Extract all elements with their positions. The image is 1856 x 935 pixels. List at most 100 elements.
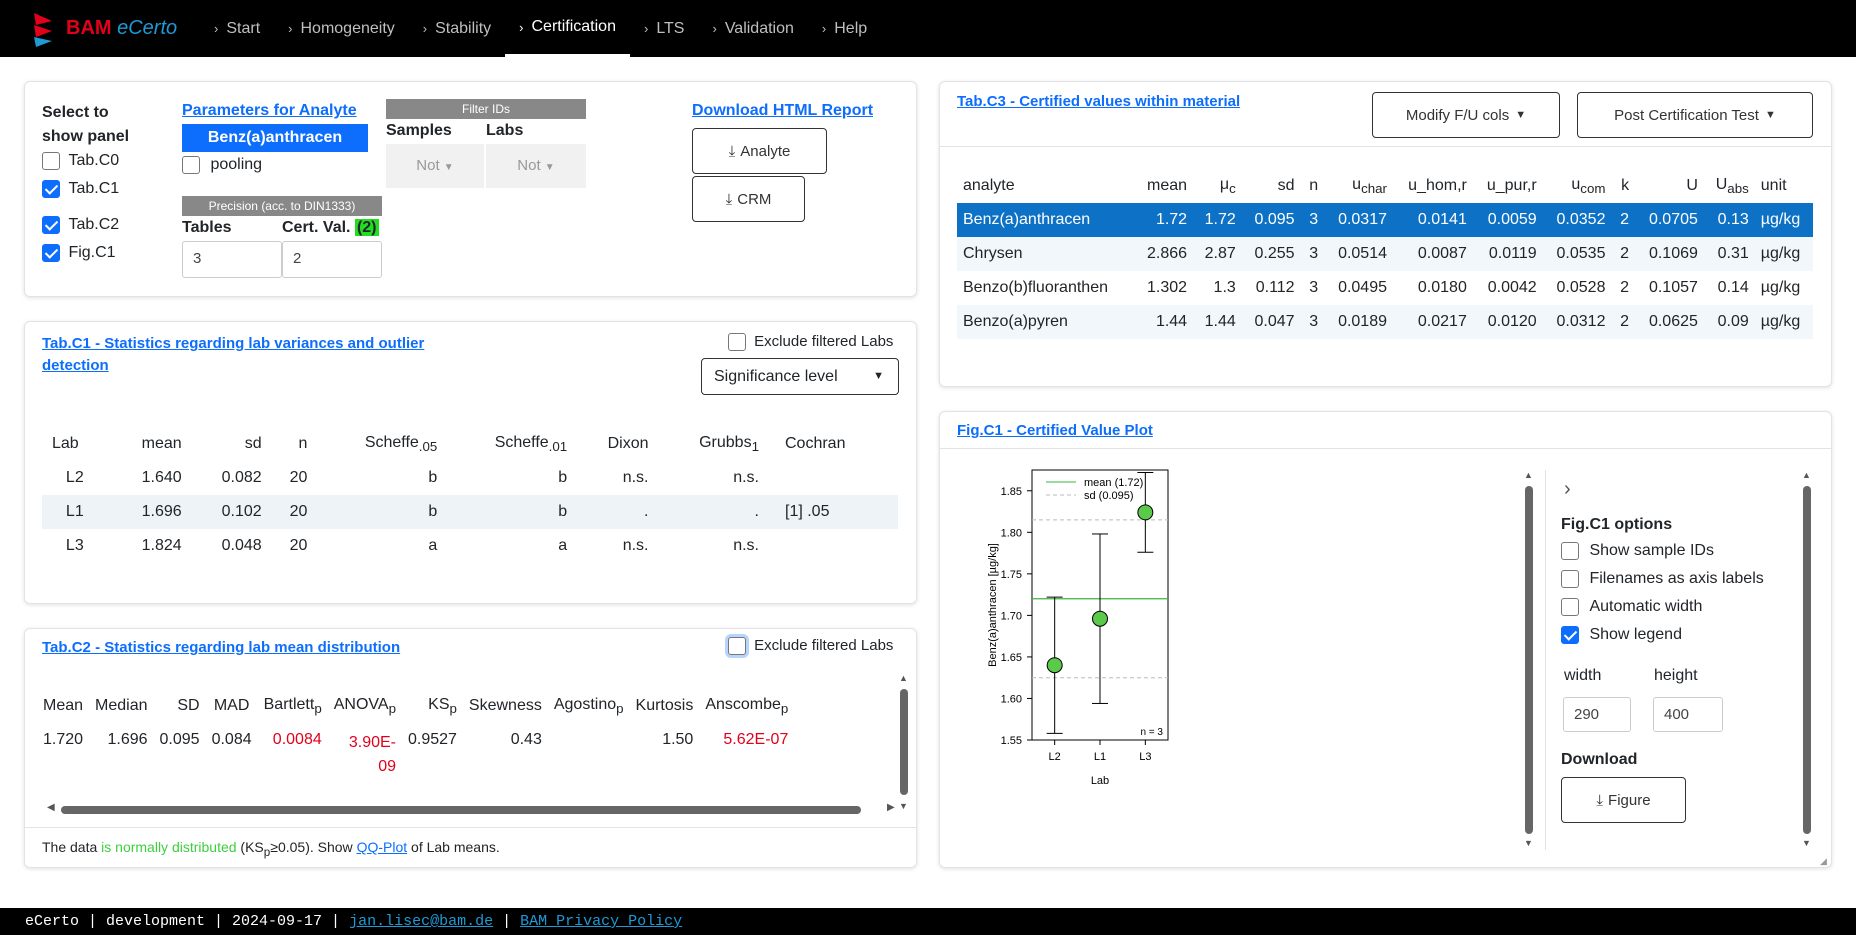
checkbox-show-legend[interactable] [1561, 626, 1579, 644]
scroll-down-icon[interactable]: ▼ [1524, 838, 1533, 848]
cell: µg/kg [1760, 279, 1801, 296]
legend-sd-label: sd (0.095) [1084, 490, 1134, 502]
cell: 0.0312 [1542, 305, 1612, 339]
checkbox-exclude-filtered[interactable] [728, 637, 746, 656]
nav-stability[interactable]: › Stability [409, 0, 505, 57]
c2-vertical-scrollbar[interactable]: ▲ ▼ [899, 673, 909, 813]
opt-automatic-width[interactable]: Automatic width [1561, 598, 1702, 616]
params-title[interactable]: Parameters for Analyte [182, 102, 357, 120]
cell: 0.0042 [1487, 279, 1537, 296]
cell: 3 [1300, 237, 1325, 271]
width-input[interactable]: 290 [1563, 697, 1631, 732]
checkbox-exclude-filtered[interactable] [728, 333, 746, 352]
nav-certification[interactable]: › Certification [505, 0, 630, 57]
cert-val-badge: (2) [354, 219, 379, 236]
legend-mean-label: mean (1.72) [1084, 477, 1143, 489]
table-row[interactable]: L3 1.824 0.048 20 a a n.s. n.s. [42, 529, 898, 563]
table-row[interactable]: Benz(a)anthracen 1.72 1.72 0.095 3 0.0317 0.01… [957, 203, 1813, 237]
download-figure-button[interactable]: ⤓ Figure [1561, 777, 1686, 823]
checkbox-tab-c0[interactable] [42, 152, 60, 170]
checkbox-pooling[interactable] [182, 156, 200, 174]
cell: . [754, 503, 759, 520]
y-tick-label: 1.55 [1001, 735, 1022, 747]
options-vertical-scrollbar[interactable]: ▲ ▼ [1802, 470, 1812, 850]
scroll-up-icon[interactable]: ▲ [1524, 470, 1533, 480]
brand[interactable]: BAM eCerto [32, 11, 200, 47]
nav-lts[interactable]: › LTS [630, 0, 699, 57]
panel-check-fig-c1[interactable]: Fig.C1 [42, 244, 116, 262]
samples-filter-select[interactable]: Not ▼ [386, 144, 484, 188]
checkbox-tab-c1[interactable] [42, 180, 60, 198]
checkbox-automatic-width[interactable] [1561, 598, 1579, 616]
c1-exclude-filtered[interactable]: Exclude filtered Labs [728, 333, 893, 352]
labs-label: Labs [486, 122, 524, 139]
footer-sep: | [493, 913, 521, 930]
pooling-check[interactable]: pooling [182, 156, 262, 174]
checkbox-show-sample-ids[interactable] [1561, 542, 1579, 560]
scroll-down-icon[interactable]: ▼ [1802, 838, 1811, 848]
x-tick-label: L1 [1094, 751, 1106, 763]
collapse-chevron-icon[interactable]: › [1564, 478, 1571, 501]
col-u-hom: u_hom,r [1408, 177, 1467, 194]
nav-validation[interactable]: › Validation [698, 0, 807, 57]
cell: 1.44 [1134, 305, 1194, 339]
download-analyte-button[interactable]: ⤓ Analyte [692, 128, 827, 174]
scroll-down-icon[interactable]: ▼ [899, 801, 908, 811]
table-row[interactable]: L2 1.640 0.082 20 b b n.s. n.s. [42, 461, 898, 495]
scrollbar-thumb[interactable] [1803, 486, 1811, 834]
modify-fu-cols-button[interactable]: Modify F/U cols ▼ [1372, 92, 1560, 138]
col-scheffe-05: Scheffe.05 [364, 433, 438, 455]
table-header: Lab mean sd n Scheffe.05 Scheffe.01 Dixo… [42, 427, 898, 461]
tab-c3-title[interactable]: Tab.C3 - Certified values within materia… [957, 93, 1240, 110]
table-row[interactable]: Chrysen 2.866 2.87 0.255 3 0.0514 0.0087 0.0119… [957, 237, 1813, 271]
panel-check-tab-c2[interactable]: Tab.C2 [42, 216, 119, 234]
opt-filenames-axis[interactable]: Filenames as axis labels [1561, 570, 1764, 588]
scroll-left-icon[interactable]: ◀ [47, 802, 55, 813]
table-header: Mean Median SD MAD Bartlettp ANOVAp KSp … [37, 689, 794, 723]
c2-exclude-filtered[interactable]: Exclude filtered Labs [728, 637, 893, 656]
table-row[interactable]: Benzo(a)pyren 1.44 1.44 0.047 3 0.0189 0.0217 0… [957, 305, 1813, 339]
scroll-right-icon[interactable]: ▶ [887, 802, 895, 813]
plot-vertical-scrollbar[interactable]: ▲ ▼ [1524, 470, 1534, 850]
table-row[interactable]: 1.720 1.696 0.095 0.084 0.0084 3.90E- 09 … [37, 723, 794, 779]
table-row[interactable]: Benzo(b)fluoranthen 1.302 1.3 0.112 3 0.0495 0… [957, 271, 1813, 305]
nav-help[interactable]: › Help [808, 0, 881, 57]
post-certification-test-button[interactable]: Post Certification Test ▼ [1577, 92, 1813, 138]
cert-val-input[interactable]: 2 [282, 241, 382, 278]
c2-horizontal-scrollbar[interactable]: ◀ ▶ [47, 802, 897, 815]
cell: Benzo(a)pyren [957, 305, 1135, 339]
download-report-title[interactable]: Download HTML Report [692, 102, 873, 120]
nav-start[interactable]: › Start [200, 0, 274, 57]
resize-handle-icon[interactable]: ◢ [1820, 856, 1827, 867]
height-input[interactable]: 400 [1653, 697, 1723, 732]
table-row[interactable]: L1 1.696 0.102 20 b b.. [1] .05 [42, 495, 898, 529]
tables-input[interactable]: 3 [182, 241, 282, 278]
scrollbar-thumb[interactable] [1525, 486, 1533, 834]
fig-c1-title[interactable]: Fig.C1 - Certified Value Plot [957, 422, 1153, 439]
download-crm-button[interactable]: ⤓ CRM [692, 176, 805, 222]
significance-select[interactable]: Significance level ▼ [701, 358, 899, 395]
scroll-up-icon[interactable]: ▲ [899, 673, 908, 683]
opt-show-sample-ids[interactable]: Show sample IDs [1561, 542, 1714, 560]
scrollbar-thumb[interactable] [61, 806, 861, 814]
scrollbar-thumb[interactable] [900, 689, 908, 795]
panel-check-tab-c1[interactable]: Tab.C1 [42, 180, 119, 198]
checkbox-fig-c1[interactable] [42, 244, 60, 262]
opt-show-legend[interactable]: Show legend [1561, 626, 1682, 644]
labs-filter-select[interactable]: Not ▼ [486, 144, 586, 188]
nav-homogeneity[interactable]: › Homogeneity [274, 0, 409, 57]
tab-c2-title[interactable]: Tab.C2 - Statistics regarding lab mean d… [42, 639, 400, 656]
caret-down-icon: ▼ [873, 370, 884, 382]
panel-check-tab-c0[interactable]: Tab.C0 [42, 152, 119, 170]
cell: 0.095 [159, 731, 200, 748]
scroll-up-icon[interactable]: ▲ [1802, 470, 1811, 480]
c2-table: Mean Median SD MAD Bartlettp ANOVAp KSp … [37, 689, 794, 779]
analyte-select[interactable]: Benz(a)anthracen [182, 124, 368, 152]
qq-plot-link[interactable]: QQ-Plot [357, 839, 408, 855]
cell: 0.082 [221, 469, 262, 486]
privacy-policy-link[interactable]: BAM Privacy Policy [520, 913, 682, 930]
checkbox-filenames-axis[interactable] [1561, 570, 1579, 588]
tab-c1-title[interactable]: Tab.C1 - Statistics regarding lab varian… [42, 333, 424, 377]
checkbox-tab-c2[interactable] [42, 216, 60, 234]
email-link[interactable]: jan.lisec@bam.de [349, 913, 493, 930]
